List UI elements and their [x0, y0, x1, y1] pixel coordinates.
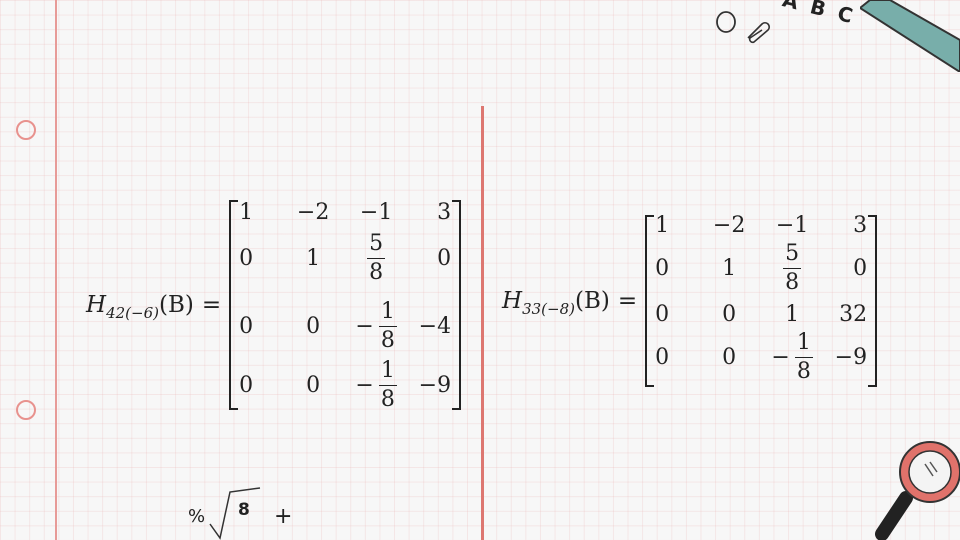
matrix-right: 1 −2 −1 3 0 1 5 8 0 0 0 1 32 0 0−1 8 −9	[645, 212, 878, 387]
matrix-cell: 1	[306, 245, 321, 271]
fraction-denominator: 8	[380, 327, 395, 353]
matrix-cell: 0	[437, 245, 452, 271]
binder-hole-bottom	[16, 400, 36, 420]
row-operation-subscript: 42(−6)	[106, 304, 159, 322]
matrix-cell: 1	[722, 255, 737, 281]
matrix-cell: −1 8	[759, 327, 825, 387]
matrix-cell: −2	[712, 212, 746, 238]
matrix-argument: (B)	[158, 292, 194, 318]
fraction: 18	[794, 331, 813, 384]
matrix-cell: 0	[853, 255, 868, 281]
abc-doodle: A B C	[780, 0, 859, 29]
minus-sign: −	[771, 344, 790, 370]
matrix-cell: −4	[418, 313, 452, 339]
matrix-cell: −1 8	[343, 359, 409, 412]
minus-sign: −	[355, 313, 374, 339]
equation-right: H 33(−8) (B) = 1 −2 −1 3 0 1 5 8 0 0 0 1 32 0 0−1 8 −9	[502, 212, 878, 387]
minus-sign: −	[355, 372, 374, 398]
matrix-symbol: H	[502, 288, 523, 314]
equation-left: H 42(−6) (B) = 1 −2 −1 3 0 1 5 8 0 0 0−1 8 −4 0 0−1 8 −9	[86, 199, 462, 412]
fraction: 58	[367, 232, 386, 285]
matrix-left-entries: 1 −2 −1 3 0 1 5 8 0 0 0−1 8 −4 0 0−1 8 −9	[239, 199, 452, 412]
matrix-cell: 0	[655, 301, 670, 327]
equals-sign: =	[201, 292, 222, 318]
center-divider	[481, 106, 484, 540]
matrix-cell: 1	[239, 199, 254, 225]
matrix-cell: 1	[655, 212, 670, 238]
matrix-cell: −9	[418, 372, 452, 398]
matrix-cell: −2	[296, 199, 330, 225]
matrix-cell: 58	[343, 224, 409, 292]
matrix-cell: 3	[853, 212, 868, 238]
matrix-cell: −1	[775, 212, 809, 238]
matrix-cell: 0	[655, 255, 670, 281]
equation-left-label: H 42(−6) (B) =	[86, 292, 229, 322]
fraction-numerator: 1	[378, 300, 397, 327]
fraction-denominator: 8	[380, 386, 395, 412]
fraction: 18	[378, 359, 397, 412]
fraction: 58	[783, 242, 802, 295]
matrix-cell: 58	[759, 235, 825, 301]
fraction-denominator: 8	[369, 259, 384, 285]
matrix-symbol: H	[86, 292, 107, 318]
doodle-shapes-icon	[716, 11, 771, 44]
fraction-numerator: 1	[794, 331, 813, 358]
matrix-cell: 0	[306, 313, 321, 339]
matrix-cell: 32	[839, 301, 868, 327]
magnifying-glass-icon	[875, 441, 960, 540]
ruler-icon	[860, 0, 960, 72]
matrix-cell: 1	[785, 301, 800, 327]
fraction: 18	[378, 300, 397, 353]
matrix-cell: −9	[834, 344, 868, 370]
sqrt-number-doodle: 8	[238, 500, 250, 520]
fraction-denominator: 8	[796, 358, 811, 384]
matrix-cell: 0	[722, 344, 737, 370]
fraction-denominator: 8	[785, 269, 800, 295]
equals-sign: =	[617, 288, 638, 314]
matrix-argument: (B)	[574, 288, 610, 314]
matrix-cell: −1	[359, 199, 393, 225]
matrix-cell: 0	[239, 372, 254, 398]
matrix-cell: 0	[722, 301, 737, 327]
plus-doodle: +	[274, 504, 293, 529]
matrix-cell: 0	[239, 313, 254, 339]
matrix-cell: −1 8	[343, 292, 409, 360]
matrix-cell: 3	[437, 199, 452, 225]
matrix-cell: 0	[306, 372, 321, 398]
fraction-numerator: 5	[783, 242, 802, 269]
fraction-numerator: 5	[367, 232, 386, 259]
binder-hole-top	[16, 120, 36, 140]
matrix-cell: 0	[239, 245, 254, 271]
matrix-cell: 0	[655, 344, 670, 370]
notebook-margin-line	[55, 0, 57, 540]
percent-doodle: %	[188, 506, 206, 527]
matrix-right-entries: 1 −2 −1 3 0 1 5 8 0 0 0 1 32 0 0−1 8 −9	[655, 212, 868, 387]
fraction-numerator: 1	[378, 359, 397, 386]
equation-right-label: H 33(−8) (B) =	[502, 288, 645, 318]
matrix-left: 1 −2 −1 3 0 1 5 8 0 0 0−1 8 −4 0 0−1 8 −9	[229, 199, 462, 412]
row-operation-subscript: 33(−8)	[522, 300, 575, 318]
